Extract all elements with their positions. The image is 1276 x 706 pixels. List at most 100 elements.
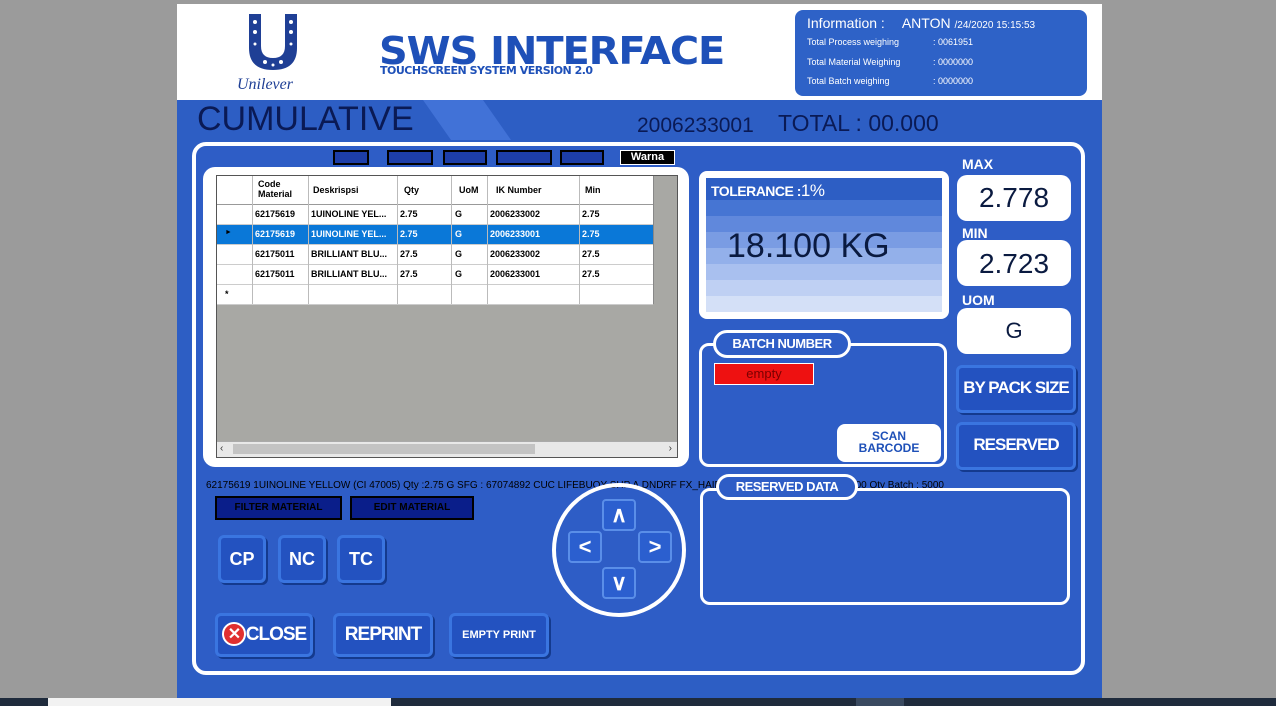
cell-uom: G: [455, 229, 463, 239]
filter-warna-button[interactable]: Warna: [620, 150, 675, 165]
cell-code: 62175011: [255, 269, 295, 279]
cell-code: 62175011: [255, 249, 295, 259]
grid-col-header: Qty: [404, 185, 420, 195]
tolerance-band: [706, 296, 942, 312]
arrow-left-icon[interactable]: <: [568, 531, 602, 563]
cell-desc: BRILLIANT BLU...: [311, 269, 387, 279]
cell-ik: 2006233002: [490, 249, 541, 259]
total-readout: TOTAL : 00.000: [778, 110, 939, 136]
tolerance-band: [706, 280, 942, 296]
tolerance-label-text: TOLERANCE :: [711, 183, 801, 199]
cell-ik: 2006233001: [490, 229, 541, 239]
info-row-value: : 0061951: [933, 37, 974, 47]
material-grid: Code Material Deskrispsi Qty UoM IK Numb…: [216, 175, 678, 458]
arrow-up-icon[interactable]: ∧: [602, 499, 636, 531]
grid-divider: [653, 176, 654, 304]
reserved-button[interactable]: RESERVED: [956, 422, 1076, 470]
reserved-data-label: RESERVED DATA: [716, 474, 858, 500]
grid-scrollbar[interactable]: ‹ ›: [217, 441, 677, 457]
table-row[interactable]: 62175619 1UINOLINE YEL... 2.75 G 2006233…: [217, 205, 653, 225]
taskbar: [0, 698, 1276, 706]
cell-min: 27.5: [582, 249, 600, 259]
cell-min: 27.5: [582, 269, 600, 279]
cell-min: 2.75: [582, 229, 600, 239]
cell-min: 2.75: [582, 209, 600, 219]
cell-qty: 2.75: [400, 209, 418, 219]
sws-window: Unilever SWS INTERFACE TOUCHSCREEN SYSTE…: [177, 4, 1102, 698]
info-header: Information : ANTON /24/2020 15:15:53: [807, 15, 1035, 31]
tolerance-band: [706, 264, 942, 280]
cp-button[interactable]: CP: [218, 535, 266, 583]
cell-ik: 2006233001: [490, 269, 541, 279]
grid-divider: [487, 176, 488, 304]
filter-button[interactable]: [443, 150, 487, 165]
grid-col-header: Code Material: [258, 179, 293, 199]
uom-value: G: [957, 308, 1071, 354]
direction-pad: ∧ < > ∨: [552, 483, 686, 617]
cell-uom: G: [455, 209, 463, 219]
grid-divider: [579, 176, 580, 304]
batch-id: 2006233001: [637, 114, 754, 137]
taskbar-app[interactable]: [856, 698, 904, 706]
filter-material-button[interactable]: FILTER MATERIAL: [215, 496, 342, 520]
info-label: Information :: [807, 15, 885, 31]
reprint-button[interactable]: REPRINT: [333, 613, 433, 657]
table-row-selected[interactable]: ► 62175619 1UINOLINE YEL... 2.75 G 20062…: [217, 225, 653, 245]
batch-number-label: BATCH NUMBER: [713, 330, 851, 358]
grid-header: Code Material Deskrispsi Qty UoM IK Numb…: [217, 176, 653, 205]
info-panel: Information : ANTON /24/2020 15:15:53 To…: [795, 10, 1087, 96]
scroll-right-icon[interactable]: ›: [669, 443, 672, 454]
new-row-marker: *: [225, 289, 229, 299]
filter-button[interactable]: [496, 150, 552, 165]
header: Unilever SWS INTERFACE TOUCHSCREEN SYSTE…: [177, 4, 1102, 100]
cell-qty: 27.5: [400, 269, 418, 279]
unilever-logo-icon: [249, 14, 297, 70]
tolerance-band: [706, 200, 942, 216]
mode-title: CUMULATIVE: [197, 100, 414, 138]
cell-qty: 27.5: [400, 249, 418, 259]
batch-number-box: empty SCAN BARCODE: [699, 343, 947, 467]
close-button[interactable]: ✕ CLOSE: [215, 613, 313, 657]
weight-readout: 18.100 KG: [727, 227, 890, 265]
info-row-label: Total Batch weighing: [807, 76, 890, 86]
decor-stripe: [422, 100, 512, 140]
grid-col-header: Deskrispsi: [313, 185, 359, 195]
filter-button[interactable]: [333, 150, 369, 165]
close-label: CLOSE: [245, 624, 307, 645]
edit-material-button[interactable]: EDIT MATERIAL: [350, 496, 474, 520]
grid-col-header: Min: [585, 185, 601, 195]
info-datetime: /24/2020 15:15:53: [954, 20, 1036, 31]
scroll-thumb[interactable]: [233, 444, 535, 454]
uom-label: UOM: [962, 292, 995, 308]
arrow-down-icon[interactable]: ∨: [602, 567, 636, 599]
brand-name: Unilever: [237, 76, 293, 93]
cell-code: 62175619: [255, 209, 296, 219]
tc-button[interactable]: TC: [337, 535, 385, 583]
filter-button[interactable]: [387, 150, 433, 165]
empty-print-button[interactable]: EMPTY PRINT: [449, 613, 549, 657]
nc-button[interactable]: NC: [278, 535, 326, 583]
grid-col-header: UoM: [459, 185, 479, 195]
info-row-label: Total Process weighing: [807, 37, 900, 47]
cell-ik: 2006233002: [490, 209, 541, 219]
scroll-left-icon[interactable]: ‹: [220, 443, 223, 454]
cell-desc: 1UINOLINE YEL...: [311, 229, 387, 239]
info-user: ANTON: [901, 15, 951, 31]
max-label: MAX: [962, 156, 994, 172]
info-row-value: : 0000000: [933, 57, 974, 67]
filter-button[interactable]: [560, 150, 604, 165]
tolerance-value: 1%: [800, 181, 825, 200]
table-row[interactable]: 62175011 BRILLIANT BLU... 27.5 G 2006233…: [217, 265, 653, 285]
grid-divider: [451, 176, 452, 304]
arrow-right-icon[interactable]: >: [638, 531, 672, 563]
table-row[interactable]: 62175011 BRILLIANT BLU... 27.5 G 2006233…: [217, 245, 653, 265]
table-row-new[interactable]: *: [217, 285, 653, 305]
min-value: 2.723: [957, 240, 1071, 286]
close-icon: ✕: [222, 622, 246, 646]
by-pack-size-button[interactable]: BY PACK SIZE: [956, 365, 1076, 413]
taskbar-search[interactable]: [48, 698, 391, 706]
scan-barcode-button[interactable]: SCAN BARCODE: [837, 424, 941, 462]
cell-uom: G: [455, 249, 463, 259]
cell-desc: 1UINOLINE YEL...: [311, 209, 387, 219]
app-subtitle: TOUCHSCREEN SYSTEM VERSION 2.0: [380, 64, 593, 77]
